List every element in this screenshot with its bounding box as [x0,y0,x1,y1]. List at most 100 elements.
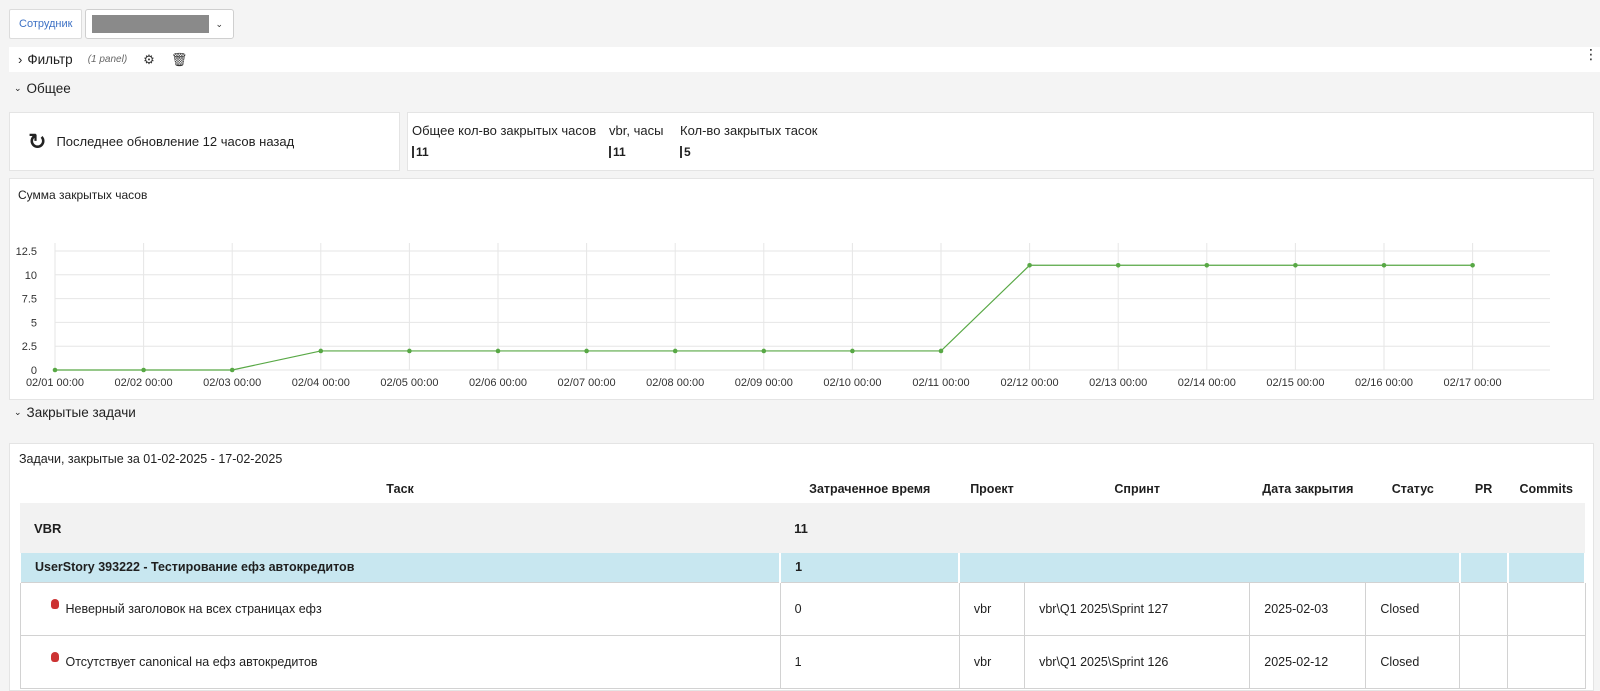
x-tick-label: 02/11 00:00 [912,377,969,389]
column-header-project[interactable]: Проект [959,474,1024,503]
data-point [1381,262,1387,268]
data-point [761,348,767,354]
status-cell: Closed [1365,581,1461,636]
column-header-task[interactable]: Таск [20,474,780,503]
data-point [1470,262,1475,268]
last-update-text: Последнее обновление 12 часов назад [56,134,295,149]
data-point [1293,262,1298,268]
filter-row: › Фильтр (1 panel) ⚙ 🗑 ⋮⋮ [9,47,1600,72]
project-cell: vbr [958,581,1026,636]
task-name: Неверный заголовок на всех страницах ефз [65,601,322,616]
y-tick-label: 7.5 [22,294,37,306]
column-header-sprint[interactable]: Спринт [1025,474,1250,503]
stat-vbr-hours: vbr, часы 11 [609,123,663,158]
data-point [938,348,944,354]
stat-closed-tasks: Кол-во закрытых тасок 5 [680,123,818,158]
filter-panel-count: (1 panel) [87,54,128,65]
time-cell: 0 [779,581,960,636]
table-row[interactable]: Неверный заголовок на всех страницах ефз… [19,581,1586,636]
section-closed-tasks-title: Закрытые задачи [26,405,136,420]
bug-icon [50,651,59,662]
gear-icon[interactable]: ⚙ [143,52,155,68]
section-general[interactable]: ⌄ Общее [14,81,71,96]
refresh-icon[interactable]: ↻ [28,129,46,155]
data-point [52,367,58,373]
table-header: Таск Затраченное время Проект Спринт Дат… [20,474,1585,503]
x-tick-label: 02/04 00:00 [292,377,350,389]
column-header-close-date[interactable]: Дата закрытия [1250,474,1366,503]
stat-label: vbr, часы [609,123,664,138]
x-tick-label: 02/17 00:00 [1444,377,1502,389]
pr-cell [1459,581,1509,636]
column-header-commits[interactable]: Commits [1508,474,1585,503]
data-point [1115,262,1121,268]
column-header-time[interactable]: Затраченное время [780,474,959,503]
chart-panel: Сумма закрытых часов 0 2.5 5 7.5 10 12.5 02/01… [9,178,1594,400]
story-time: 1 [779,553,961,582]
data-point [407,348,412,354]
task-cell[interactable]: Отсутствует canonical на ефз автокредито… [19,634,781,689]
trash-icon[interactable]: 🗑 [171,52,188,68]
project-cell: vbr [958,634,1026,689]
drag-handle-icon[interactable]: ⋮⋮ [1584,47,1600,61]
x-tick-label: 02/16 00:00 [1355,377,1413,389]
data-point [672,348,678,354]
data-point [850,348,855,354]
x-tick-label: 02/06 00:00 [469,377,527,389]
story-name: UserStory 393222 - Тестирование ефз авто… [18,553,782,582]
section-general-title: Общее [26,81,71,96]
chevron-right-icon[interactable]: › [18,52,22,67]
column-header-status[interactable]: Статус [1366,474,1460,503]
data-point [318,348,324,354]
group-row[interactable]: VBR 11 [20,503,1585,553]
tasks-table: Таск Затраченное время Проект Спринт Дат… [18,474,1587,689]
x-tick-label: 02/10 00:00 [823,377,881,389]
y-tick-label: 5 [31,317,37,329]
tasks-title: Задачи, закрытые за 01-02-2025 - 17-02-2… [19,452,283,466]
task-name: Отсутствует canonical на ефз автокредито… [65,654,318,669]
stats-panel: Общее кол-во закрытых часов 11 vbr, часы… [407,112,1594,171]
y-tick-label: 12.5 [16,246,37,258]
story-pr [1458,553,1509,582]
date-cell: 2025-02-03 [1249,581,1367,636]
x-tick-label: 02/05 00:00 [380,377,438,389]
x-tick-label: 02/08 00:00 [646,377,704,389]
status-cell: Closed [1365,634,1461,689]
employee-value-redacted [92,15,210,33]
x-tick-label: 02/07 00:00 [558,377,616,389]
x-tick-label: 02/09 00:00 [735,377,793,389]
sprint-cell: vbr\Q1 2025\Sprint 126 [1024,634,1251,689]
commits-cell [1507,581,1586,636]
section-closed-tasks[interactable]: ⌄ Закрытые задачи [14,405,136,420]
employee-select[interactable]: ⌄ [85,9,235,39]
x-tick-label: 02/13 00:00 [1089,377,1147,389]
stat-value: 11 [609,146,663,158]
filter-title[interactable]: Фильтр [27,52,72,67]
x-tick-label: 02/03 00:00 [203,377,261,389]
y-tick-label: 10 [25,270,37,282]
data-point [229,367,235,373]
x-tick-label: 02/12 00:00 [1001,377,1059,389]
y-tick-label: 2.5 [22,341,37,353]
x-tick-label: 02/01 00:00 [26,377,84,389]
stat-label: Общее кол-во закрытых часов [412,123,597,138]
group-name: VBR [20,503,781,553]
column-header-pr[interactable]: PR [1460,474,1508,503]
tasks-panel: Задачи, закрытые за 01-02-2025 - 17-02-2… [9,443,1594,691]
commits-cell [1507,634,1586,689]
stat-label: Кол-во закрытых тасок [680,123,818,138]
data-point [141,367,146,373]
data-point [1027,262,1032,268]
task-cell[interactable]: Неверный заголовок на всех страницах ефз [19,581,781,636]
data-point [584,348,589,354]
story-empty [958,553,1461,582]
x-tick-label: 02/02 00:00 [115,377,173,389]
last-update-panel: ↻ Последнее обновление 12 часов назад [9,112,400,171]
line-chart: 0 2.5 5 7.5 10 12.5 02/01 00:00 02/02 00:00 02/0… [16,243,1550,389]
story-row[interactable]: UserStory 393222 - Тестирование ефз авто… [18,553,1587,582]
bug-icon [50,598,59,609]
date-cell: 2025-02-12 [1249,634,1367,689]
sprint-cell: vbr\Q1 2025\Sprint 127 [1024,581,1251,636]
table-row[interactable]: Отсутствует canonical на ефз автокредито… [19,634,1586,689]
chevron-down-icon: ⌄ [215,18,223,29]
